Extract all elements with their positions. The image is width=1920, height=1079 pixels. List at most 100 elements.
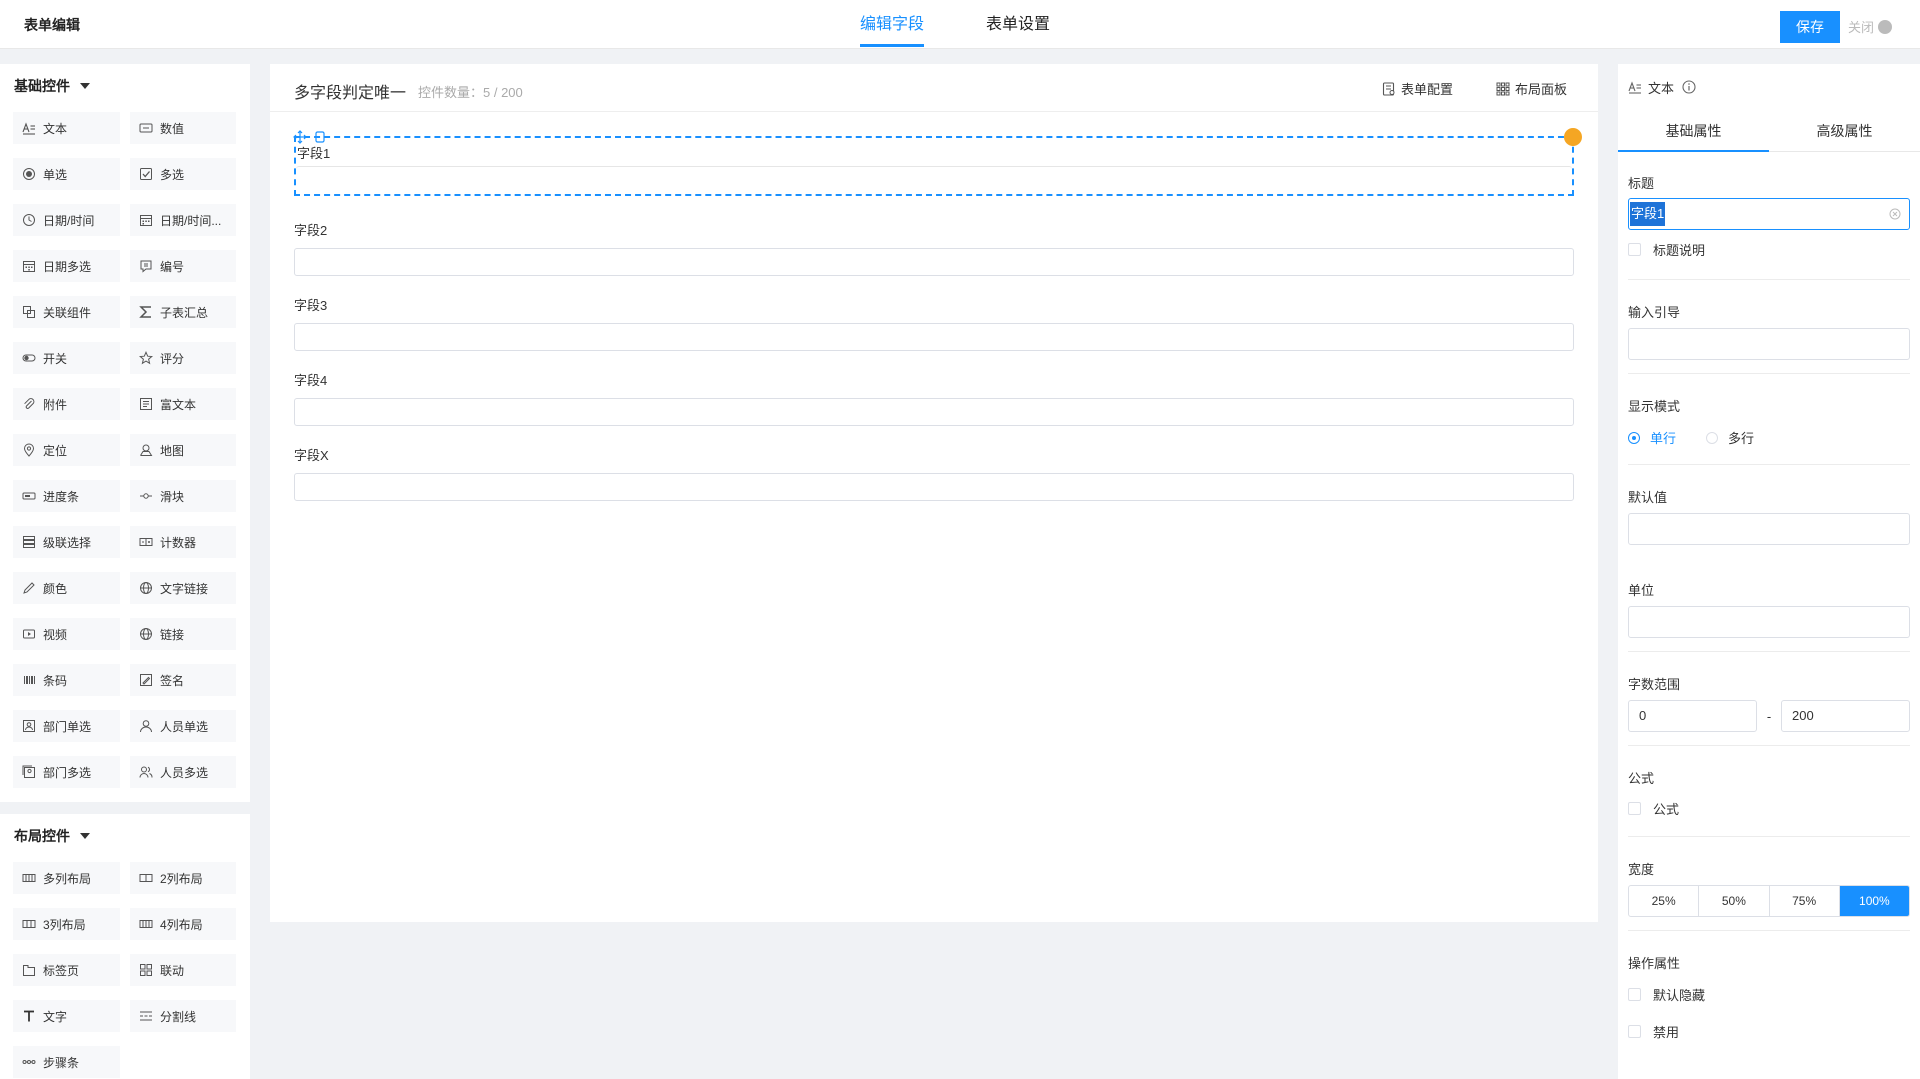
length-min-input[interactable]: 0 [1628, 700, 1757, 732]
palette-item[interactable]: 计数器 [130, 526, 236, 558]
hidden-option[interactable]: 默认隐藏 [1628, 985, 1910, 1004]
field-input[interactable] [294, 473, 1574, 501]
palette-item-label: 分割线 [160, 1009, 197, 1024]
hidden-label: 默认隐藏 [1653, 988, 1706, 1003]
palette-item[interactable]: 联动 [130, 954, 236, 986]
width-50-option[interactable]: 50% [1699, 886, 1770, 916]
palette-item[interactable]: 文字链接 [130, 572, 236, 604]
basic-controls-header[interactable]: 基础控件 [0, 64, 250, 108]
save-button[interactable]: 保存 [1780, 11, 1840, 43]
palette-item[interactable]: 评分 [130, 342, 236, 374]
palette-item-label: 标签页 [43, 963, 80, 978]
palette-item[interactable]: 数值 [130, 112, 236, 144]
tab-advanced-properties[interactable]: 高级属性 [1769, 110, 1920, 151]
palette-item[interactable]: 滑块 [130, 480, 236, 512]
palette-item[interactable]: 3列布局 [13, 908, 120, 940]
form-field-4[interactable]: 字段4 [294, 370, 1574, 426]
palette-item[interactable]: 日期/时间 [13, 204, 120, 236]
palette-item[interactable]: 开关 [13, 342, 120, 374]
palette-item[interactable]: 附件 [13, 388, 120, 420]
palette-item[interactable]: 分割线 [130, 1000, 236, 1032]
width-100-option[interactable]: 100% [1839, 886, 1909, 916]
palette-item[interactable]: 富文本 [130, 388, 236, 420]
tab-form-settings[interactable]: 表单设置 [986, 0, 1050, 49]
move-icon[interactable] [293, 130, 307, 144]
palette-item[interactable]: 视频 [13, 618, 120, 650]
palette-item[interactable]: 多选 [130, 158, 236, 190]
display-mode-multi[interactable]: 多行 [1706, 428, 1754, 447]
property-header: 文本 [1618, 64, 1920, 110]
palette-item[interactable]: 单选 [13, 158, 120, 190]
palette-item[interactable]: 文本 [13, 112, 120, 144]
layout-controls-header[interactable]: 布局控件 [0, 814, 250, 858]
palette-item[interactable]: 进度条 [13, 480, 120, 512]
divider [1628, 279, 1910, 280]
palette-item[interactable]: 关联组件 [13, 296, 120, 328]
delete-icon[interactable] [1564, 128, 1582, 146]
placeholder-input[interactable] [1628, 328, 1910, 360]
width-75-option[interactable]: 75% [1770, 886, 1840, 916]
form-field-3[interactable]: 字段3 [294, 295, 1574, 351]
palette-item[interactable]: 标签页 [13, 954, 120, 986]
palette-item[interactable]: 编号 [130, 250, 236, 282]
palette-item[interactable]: 子表汇总 [130, 296, 236, 328]
tab-basic-properties[interactable]: 基础属性 [1618, 110, 1769, 152]
info-icon[interactable] [1682, 80, 1696, 94]
field-input[interactable] [294, 248, 1574, 276]
field-input[interactable] [294, 398, 1574, 426]
palette-item[interactable]: 日期多选 [13, 250, 120, 282]
formula-label: 公式 [1628, 771, 1655, 786]
palette-item-label: 滑块 [160, 489, 185, 504]
palette-item[interactable]: 2列布局 [130, 862, 236, 894]
disabled-checkbox[interactable] [1628, 1025, 1641, 1038]
field-label: 字段X [294, 448, 329, 463]
formula-checkbox[interactable] [1628, 802, 1641, 815]
palette-item[interactable]: 条码 [13, 664, 120, 696]
field-input[interactable] [296, 166, 1572, 194]
length-max-input[interactable]: 200 [1781, 700, 1910, 732]
palette-item[interactable]: 颜色 [13, 572, 120, 604]
layout-panel-button[interactable]: 布局面板 [1496, 79, 1567, 98]
title-desc-option[interactable]: 标题说明 [1628, 240, 1910, 259]
formula-option[interactable]: 公式 [1628, 799, 1910, 818]
placeholder-property: 输入引导 [1618, 302, 1920, 360]
field-input[interactable] [294, 323, 1574, 351]
title-input[interactable]: 字段1 [1628, 198, 1910, 230]
palette-item[interactable]: 人员单选 [130, 710, 236, 742]
palette-item[interactable]: 链接 [130, 618, 236, 650]
palette-item[interactable]: 4列布局 [130, 908, 236, 940]
progress-icon [21, 488, 37, 504]
form-config-button[interactable]: 表单配置 [1382, 79, 1453, 98]
slider-icon [138, 488, 154, 504]
palette-item[interactable]: 地图 [130, 434, 236, 466]
unit-input[interactable] [1628, 606, 1910, 638]
palette-item[interactable]: 定位 [13, 434, 120, 466]
palette-item[interactable]: 多列布局 [13, 862, 120, 894]
width-25-option[interactable]: 25% [1629, 886, 1700, 916]
title-desc-checkbox[interactable] [1628, 243, 1641, 256]
caret-down-icon [80, 833, 90, 839]
paperclip-icon [21, 396, 37, 412]
default-input[interactable] [1628, 513, 1910, 545]
palette-item[interactable]: 日期/时间... [130, 204, 236, 236]
form-field-2[interactable]: 字段2 [294, 220, 1574, 276]
display-mode-single[interactable]: 单行 [1628, 428, 1676, 447]
copy-icon[interactable] [313, 130, 327, 144]
sigma-icon [138, 304, 154, 320]
form-field-x[interactable]: 字段X [294, 445, 1574, 501]
clear-icon[interactable] [1889, 208, 1901, 220]
divider [1628, 930, 1910, 931]
disabled-option[interactable]: 禁用 [1628, 1022, 1910, 1041]
palette-item[interactable]: 级联选择 [13, 526, 120, 558]
palette-item[interactable]: 步骤条 [13, 1046, 120, 1078]
palette-item[interactable]: 文字 [13, 1000, 120, 1032]
palette-item[interactable]: 部门多选 [13, 756, 120, 788]
form-field-1[interactable]: 字段1 [293, 128, 1582, 196]
palette-item[interactable]: 人员多选 [130, 756, 236, 788]
palette-item[interactable]: 部门单选 [13, 710, 120, 742]
tab-edit-fields[interactable]: 编辑字段 [860, 0, 925, 49]
hidden-checkbox[interactable] [1628, 988, 1641, 1001]
close-button[interactable]: 关闭 [1848, 17, 1893, 36]
palette-item[interactable]: 签名 [130, 664, 236, 696]
display-mode-property: 显示模式 单行 多行 [1618, 396, 1920, 447]
